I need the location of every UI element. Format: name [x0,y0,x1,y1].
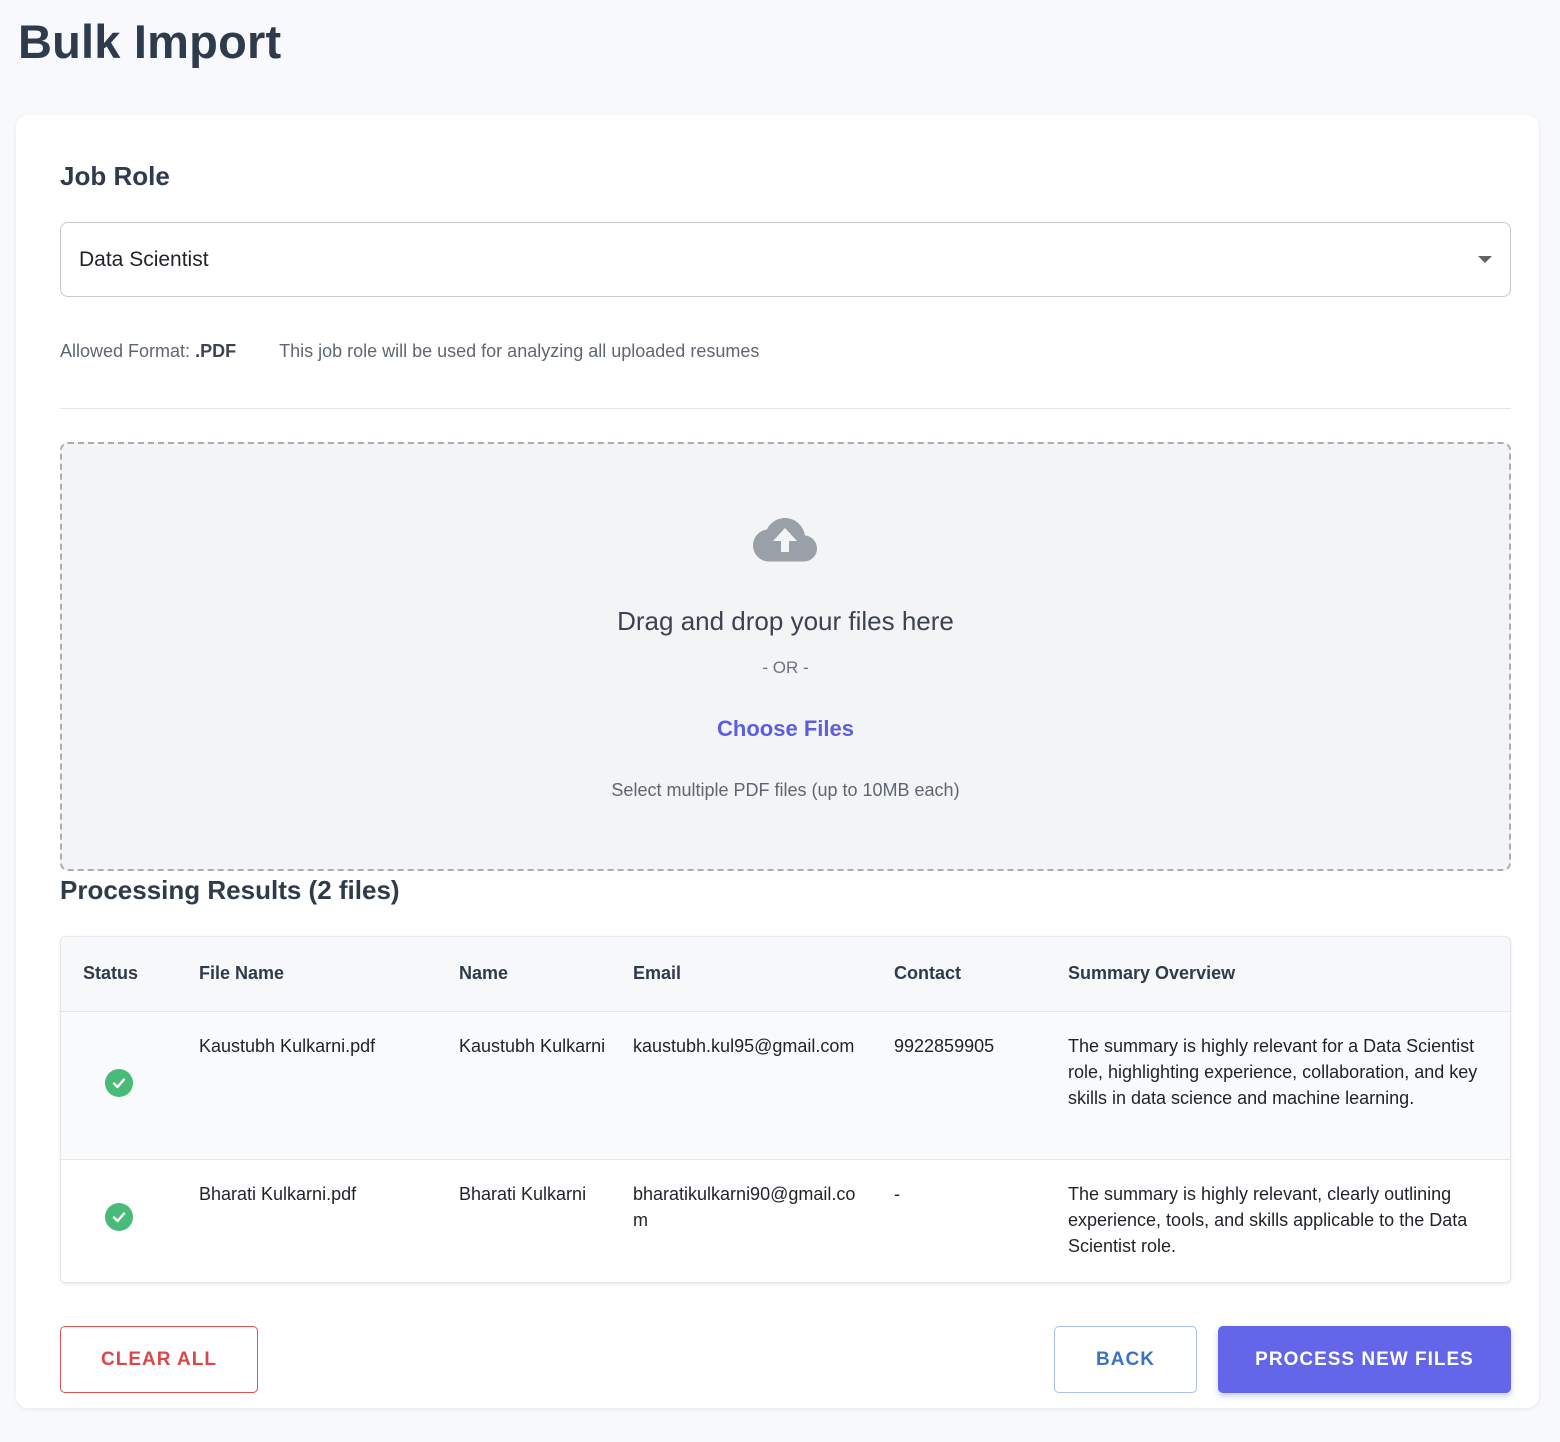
column-header-file-name: File Name [199,963,285,983]
column-header-summary: Summary Overview [1068,963,1236,983]
summary-cell: The summary is highly relevant, clearly … [1068,1184,1468,1256]
job-role-helper-text: This job role will be used for analyzing… [279,341,760,361]
column-header-email: Email [633,963,682,983]
success-check-icon [105,1069,133,1097]
file-name-cell: Bharati Kulkarni.pdf [199,1184,357,1204]
column-header-name: Name [459,963,509,983]
column-header-contact: Contact [894,963,961,983]
table-row: Bharati Kulkarni.pdf Bharati Kulkarni bh… [61,1160,1510,1282]
column-header-status: Status [83,963,139,983]
results-title: Processing Results (2 files) [60,875,400,905]
dropzone-title: Drag and drop your files here [617,606,954,636]
job-role-select[interactable]: Data Scientist [60,222,1511,297]
process-new-files-button[interactable]: PROCESS NEW FILES [1218,1326,1511,1393]
page-title: Bulk Import [18,15,282,68]
allowed-format-label: Allowed Format: [60,341,191,361]
name-cell: Bharati Kulkarni [459,1184,587,1204]
table-row: Kaustubh Kulkarni.pdf Kaustubh Kulkarni … [61,1012,1510,1160]
file-name-cell: Kaustubh Kulkarni.pdf [199,1036,376,1056]
chevron-down-icon [1478,256,1492,263]
file-dropzone[interactable]: Drag and drop your files here - OR - Cho… [60,442,1511,871]
back-button[interactable]: BACK [1054,1326,1197,1393]
dropzone-hint: Select multiple PDF files (up to 10MB ea… [611,780,960,800]
results-table: Status File Name Name Email Contact Summ… [60,936,1511,1283]
success-check-icon [105,1203,133,1231]
contact-cell: - [894,1184,900,1204]
name-cell: Kaustubh Kulkarni [459,1036,606,1056]
allowed-format-value: .PDF [195,341,237,361]
cloud-upload-icon [753,518,817,562]
job-role-meta: Allowed Format: .PDF This job role will … [60,341,759,362]
allowed-format: Allowed Format: .PDF [60,341,236,362]
contact-cell: 9922859905 [894,1036,995,1056]
divider [60,408,1511,409]
summary-cell: The summary is highly relevant for a Dat… [1068,1036,1478,1108]
clear-all-button[interactable]: CLEAR ALL [60,1326,258,1393]
dropzone-or: - OR - [762,658,809,677]
email-cell: kaustubh.kul95@gmail.com [633,1036,855,1056]
email-cell: bharatikulkarni90@gmail.com [633,1184,856,1230]
choose-files-link[interactable]: Choose Files [62,716,1509,742]
job-role-selected-value: Data Scientist [79,247,209,271]
job-role-heading: Job Role [60,161,170,191]
bulk-import-card: Job Role Data Scientist Allowed Format: … [16,115,1539,1408]
table-header: Status File Name Name Email Contact Summ… [61,937,1510,1012]
